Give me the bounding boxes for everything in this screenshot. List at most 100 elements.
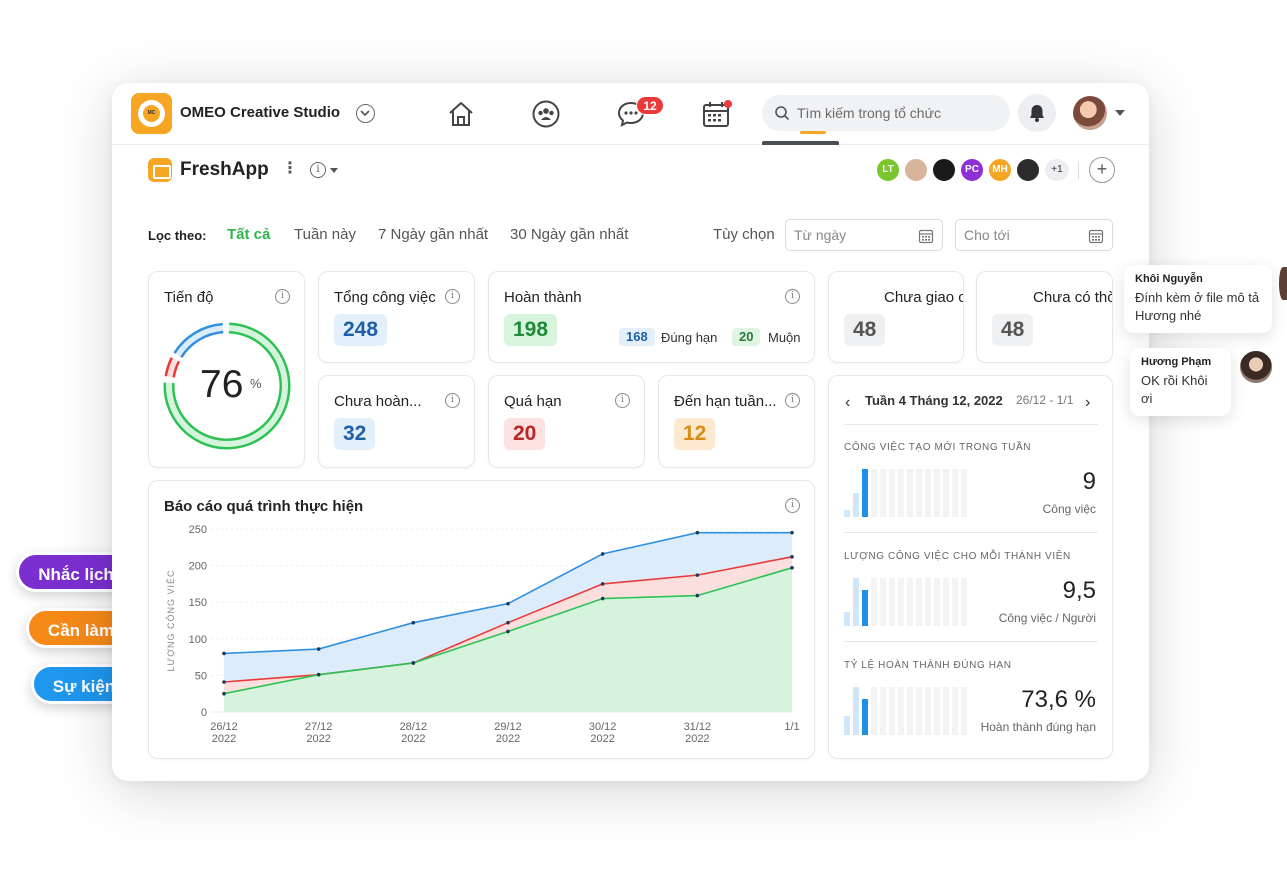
late-count: 20	[732, 328, 761, 346]
new-tasks-unit: Công việc	[1042, 502, 1096, 516]
progress-card: Tiến độ i 76 %	[148, 271, 305, 468]
week-bar	[880, 687, 886, 735]
new-tasks-value: 9	[1082, 468, 1096, 495]
new-tasks-title: CÔNG VIỆC TẠO MỚI TRONG TUẦN	[844, 442, 1032, 453]
on-time-label: Đúng hạn	[661, 330, 718, 345]
info-icon[interactable]: i	[785, 289, 800, 304]
info-icon[interactable]: i	[445, 289, 460, 304]
info-icon[interactable]: i	[445, 393, 460, 408]
week-bar	[943, 687, 949, 735]
week-bar	[907, 578, 913, 626]
week-bar	[898, 687, 904, 735]
filter-this-week[interactable]: Tuần này	[294, 226, 356, 243]
no-deadline-card[interactable]: Chưa có thờ 48	[976, 271, 1113, 363]
week-bar	[880, 578, 886, 626]
area-chart: 0 50 100 150 200 250 LƯỢNG CÔNG VIỆC 26/12 2022 2…	[166, 524, 800, 745]
project-more-icon[interactable]: ⋮	[282, 159, 298, 179]
custom-range-label: Tùy chọn	[713, 226, 775, 243]
week-bar	[961, 578, 967, 626]
data-point	[506, 620, 510, 625]
search-box[interactable]	[762, 95, 1010, 131]
week-bar	[907, 469, 913, 517]
info-icon[interactable]: i	[785, 393, 800, 408]
total-tasks-card[interactable]: Tổng công việc i 248	[318, 271, 475, 363]
add-member-button[interactable]: +	[1089, 157, 1115, 183]
data-point	[222, 680, 226, 684]
completed-card[interactable]: Hoàn thành i 198 168 Đúng hạn 20 Muộn	[488, 271, 815, 363]
y-tick-label: 150	[189, 597, 207, 609]
member-avatar[interactable]	[1015, 157, 1041, 183]
more-members-badge[interactable]: +1	[1043, 157, 1071, 183]
filter-last-7-days[interactable]: 7 Ngày gần nhất	[378, 226, 488, 243]
due-this-week-title: Đến hạn tuần...	[674, 393, 777, 410]
comment-bubble[interactable]: Hương Phạm OK rồi Khôi ơi	[1130, 348, 1231, 416]
tasks-per-member-bars	[844, 576, 974, 626]
due-this-week-card[interactable]: Đến hạn tuần... i 12	[658, 375, 815, 468]
info-icon[interactable]: i	[615, 393, 630, 408]
x-tick-label: 28/12 2022	[400, 721, 428, 745]
week-bar	[925, 469, 931, 517]
week-bar	[916, 469, 922, 517]
org-logo[interactable]: MC	[131, 93, 172, 134]
comment-bubble[interactable]: Khôi Nguyễn Đính kèm ở file mô tả Hương n…	[1124, 265, 1272, 333]
calendar-notification-dot	[724, 100, 732, 108]
total-tasks-value: 248	[334, 314, 388, 346]
project-info-icon[interactable]: i	[310, 162, 326, 178]
on-time-rate-title: TỶ LỆ HOÀN THÀNH ĐÚNG HẠN	[844, 660, 1012, 671]
user-avatar[interactable]	[1073, 96, 1107, 130]
progress-unit: %	[250, 376, 262, 391]
data-point	[600, 552, 605, 556]
weekly-summary-panel: ‹ Tuần 4 Tháng 12, 2022 26/12 - 1/1 › CÔ…	[828, 375, 1113, 759]
search-input[interactable]	[797, 103, 997, 123]
filter-all[interactable]: Tất cả	[227, 226, 270, 243]
org-switch-chevron-icon[interactable]	[356, 104, 375, 123]
team-icon[interactable]	[531, 99, 561, 129]
week-bar	[934, 469, 940, 517]
data-point	[695, 593, 700, 598]
comment-message: Đính kèm ở file mô tả Hương nhé	[1135, 290, 1260, 323]
org-logo-text: MC	[143, 105, 160, 122]
data-point	[695, 573, 700, 577]
next-week-chevron-icon[interactable]: ›	[1085, 394, 1090, 412]
week-bar	[844, 510, 850, 517]
week-bar	[916, 687, 922, 735]
completed-value: 198	[504, 314, 558, 346]
data-point	[790, 530, 794, 535]
week-title: Tuần 4 Tháng 12, 2022	[865, 393, 1003, 408]
week-bar	[907, 687, 913, 735]
member-avatar[interactable]: PC	[959, 157, 985, 183]
member-avatar[interactable]: MH	[987, 157, 1013, 183]
week-bar	[844, 716, 850, 735]
data-point	[506, 601, 510, 606]
data-point	[411, 620, 416, 625]
tasks-per-member-unit: Công việc / Người	[998, 611, 1096, 625]
y-tick-label: 100	[189, 634, 207, 646]
user-menu-caret-icon[interactable]	[1115, 110, 1125, 116]
week-bar	[898, 469, 904, 517]
y-tick-label: 200	[189, 561, 207, 573]
on-time-count: 168	[619, 328, 655, 346]
to-date-field[interactable]: Cho tới	[955, 219, 1113, 251]
data-point	[411, 661, 416, 665]
info-icon[interactable]: i	[275, 289, 290, 304]
incomplete-card[interactable]: Chưa hoàn... i 32	[318, 375, 475, 468]
unassigned-card[interactable]: Chưa giao c 48	[828, 271, 964, 363]
filter-last-30-days[interactable]: 30 Ngày gần nhất	[510, 226, 628, 243]
week-bar	[853, 687, 859, 735]
member-avatar[interactable]	[903, 157, 929, 183]
data-point	[222, 651, 226, 656]
member-avatar[interactable]	[931, 157, 957, 183]
data-point	[316, 647, 321, 651]
member-avatar[interactable]: LT	[875, 157, 901, 183]
prev-week-chevron-icon[interactable]: ‹	[845, 394, 850, 412]
notification-button[interactable]	[1018, 94, 1056, 132]
tasks-per-member-title: LƯỢNG CÔNG VIỆC CHO MỖI THÀNH VIÊN	[844, 551, 1071, 562]
overdue-card[interactable]: Quá hạn i 20	[488, 375, 645, 468]
data-point	[790, 555, 794, 559]
org-name[interactable]: OMEO Creative Studio	[180, 104, 340, 121]
from-date-field[interactable]: Từ ngày	[785, 219, 943, 251]
new-tasks-bars	[844, 467, 974, 517]
week-range: 26/12 - 1/1	[1016, 393, 1074, 407]
home-icon[interactable]	[446, 99, 476, 129]
project-info-caret-icon[interactable]	[330, 168, 338, 173]
